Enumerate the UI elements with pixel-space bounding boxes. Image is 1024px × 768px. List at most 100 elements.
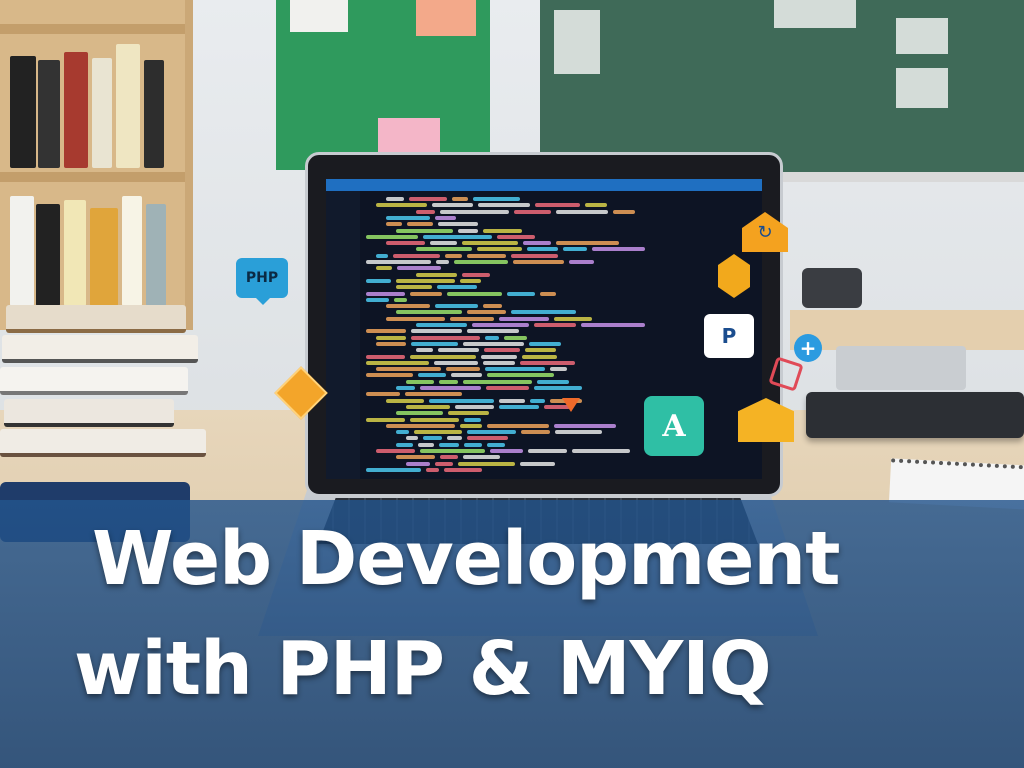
code-token — [429, 398, 494, 403]
editor-menu-bar — [326, 179, 762, 191]
code-token — [447, 291, 502, 296]
title-line-2: with PHP & MYIQ — [74, 626, 772, 712]
side-desk — [790, 310, 1024, 350]
code-token — [445, 253, 462, 258]
stacked-book — [4, 399, 174, 427]
code-token — [513, 260, 564, 264]
stacked-book — [2, 335, 198, 363]
code-token — [386, 398, 424, 403]
code-token — [447, 436, 462, 441]
scene: PHP ↻ P + A Web Development with PHP & M… — [0, 0, 1024, 768]
code-token — [396, 430, 409, 435]
shelf-plank — [0, 24, 185, 34]
code-token — [410, 417, 459, 422]
code-token — [396, 386, 415, 390]
paper-note — [896, 68, 948, 108]
code-token — [537, 379, 569, 384]
code-token — [396, 411, 443, 416]
code-token — [394, 297, 407, 302]
code-token — [497, 234, 535, 239]
book-spine — [64, 52, 88, 168]
code-token — [450, 316, 494, 321]
code-token — [572, 449, 630, 453]
code-token — [535, 203, 580, 208]
code-token — [473, 197, 520, 201]
code-token — [511, 310, 576, 315]
book-spine — [144, 60, 164, 168]
code-token — [472, 323, 529, 327]
code-token — [418, 442, 434, 447]
code-token — [411, 335, 480, 340]
a-badge: A — [644, 396, 704, 456]
book-spine — [64, 200, 86, 306]
paper-note — [554, 10, 600, 74]
code-token — [521, 430, 550, 435]
code-token — [366, 291, 405, 296]
code-token — [527, 247, 558, 252]
code-token — [458, 228, 478, 233]
code-token — [460, 423, 482, 428]
code-token — [366, 354, 405, 359]
code-token — [487, 442, 505, 447]
code-token — [613, 209, 635, 214]
code-token — [366, 467, 421, 472]
code-token — [569, 260, 594, 264]
code-token — [423, 234, 492, 239]
code-token — [585, 203, 607, 208]
code-token — [467, 329, 519, 334]
code-token — [462, 272, 490, 277]
code-token — [418, 373, 446, 378]
code-token — [396, 228, 453, 233]
code-token — [522, 354, 557, 359]
book-spine — [122, 196, 142, 306]
code-token — [463, 341, 524, 346]
code-token — [416, 247, 472, 252]
code-token — [434, 360, 478, 365]
code-token — [499, 404, 539, 409]
code-token — [407, 222, 433, 227]
code-token — [485, 335, 499, 340]
line-number-gutter — [326, 191, 360, 479]
code-token — [376, 266, 392, 271]
code-token — [386, 241, 425, 246]
code-token — [484, 348, 520, 353]
code-token — [540, 291, 556, 296]
code-token — [554, 423, 616, 428]
shelf-plank — [0, 172, 185, 182]
code-token — [499, 316, 549, 321]
code-token — [411, 329, 462, 334]
code-token — [483, 228, 522, 233]
code-token — [386, 316, 445, 321]
code-token — [366, 373, 413, 378]
code-token — [464, 417, 481, 422]
stacked-book — [6, 305, 186, 333]
code-token — [406, 404, 450, 409]
sticky-note — [290, 0, 348, 32]
code-token — [467, 436, 508, 441]
code-token — [406, 461, 430, 466]
code-token — [393, 253, 440, 258]
code-token — [414, 430, 462, 435]
code-token — [467, 310, 506, 315]
code-token — [386, 215, 430, 220]
code-token — [396, 310, 462, 315]
p-badge: P — [704, 314, 754, 358]
code-token — [454, 260, 508, 264]
book-spine — [116, 44, 140, 168]
code-token — [432, 203, 473, 208]
code-token — [376, 203, 427, 208]
code-token — [411, 341, 458, 346]
code-token — [477, 247, 522, 252]
code-token — [366, 360, 429, 365]
code-token — [376, 449, 415, 453]
code-token — [366, 278, 391, 283]
code-token — [439, 442, 459, 447]
code-token — [487, 373, 554, 378]
code-token — [405, 392, 462, 397]
title-line-1: Web Development — [92, 516, 840, 602]
code-token — [458, 461, 515, 466]
code-token — [554, 316, 592, 321]
code-token — [386, 222, 402, 227]
code-token — [444, 467, 482, 472]
code-token — [467, 430, 516, 435]
